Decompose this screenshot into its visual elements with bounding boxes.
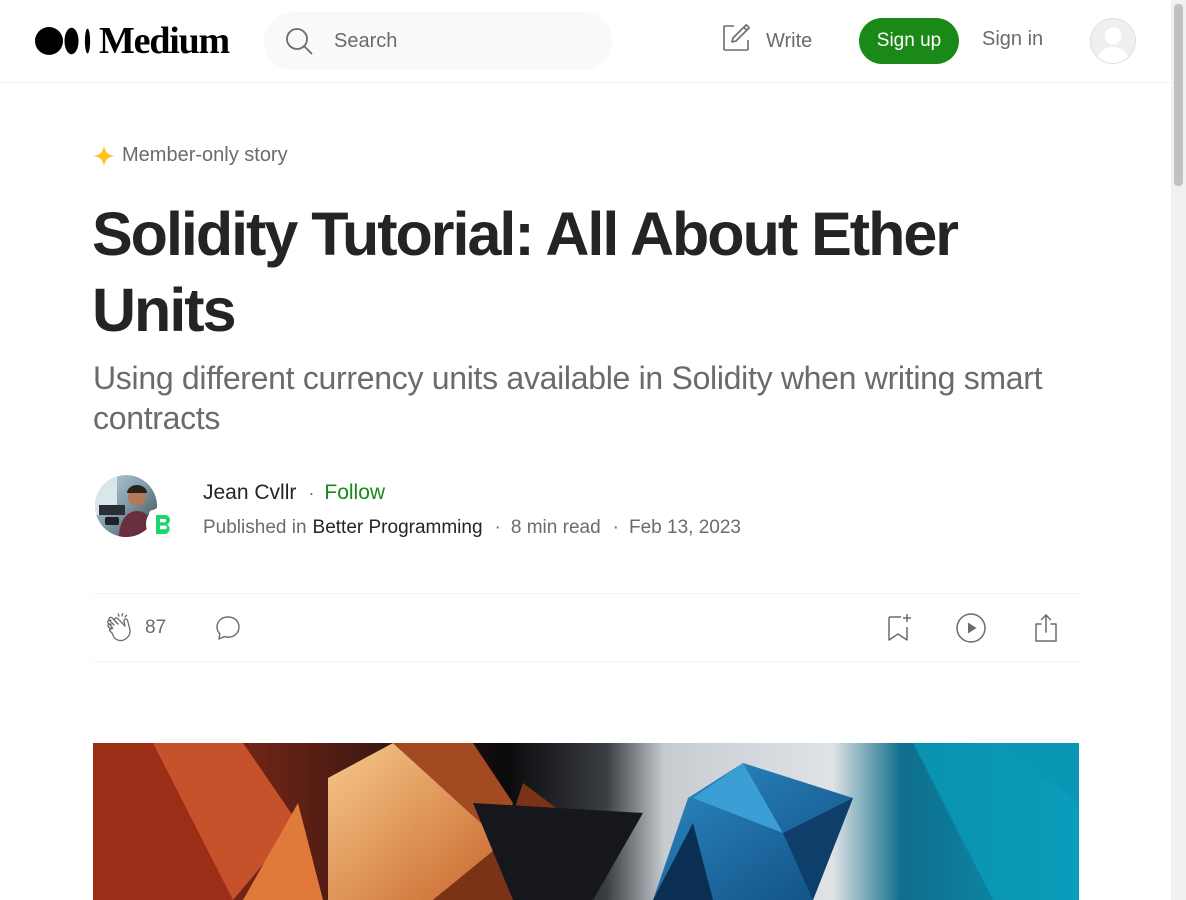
write-label: Write [766,29,813,52]
clap-button[interactable]: 87 [105,594,166,661]
dot-separator: · [494,517,501,538]
published-in-label: Published in [203,517,307,538]
search-icon [284,26,314,56]
listen-button[interactable] [955,594,987,661]
play-icon [955,612,987,644]
page-scrollbar[interactable] [1171,0,1186,900]
scrollbar-thumb[interactable] [1174,4,1183,186]
follow-button[interactable]: Follow [324,481,385,505]
share-icon [1032,613,1060,643]
author-name[interactable]: Jean Cvllr [203,481,296,505]
author-line: Jean Cvllr · Follow [203,481,385,505]
dot-separator: · [308,482,315,503]
sign-up-button[interactable]: Sign up [859,18,959,64]
write-icon [720,22,752,60]
member-only-label: Member-only story [122,144,288,166]
medium-logo-icon [35,27,91,55]
sign-in-link[interactable]: Sign in [982,28,1043,51]
star-icon [93,144,115,167]
search-bar[interactable] [264,12,612,70]
comment-icon [214,614,242,642]
article-subtitle: Using different currency units available… [93,360,1043,436]
logo-wordmark: Medium [99,20,230,62]
publication-logo-icon [149,510,177,538]
article-hero-image [93,743,1079,900]
search-input[interactable] [332,28,576,54]
article-title: Solidity Tutorial: All About Ether Units [92,200,959,344]
publication-logo[interactable] [146,507,180,541]
publish-date: Feb 13, 2023 [628,517,741,538]
clap-count: 87 [145,616,167,638]
dot-separator: · [612,517,619,538]
publication-line: Published in Better Programming · 8 min … [203,517,741,539]
comment-button[interactable] [214,594,242,661]
user-avatar-icon[interactable] [1090,18,1136,64]
read-time: 8 min read [510,517,601,538]
article-action-bar: 87 [93,593,1079,662]
medium-logo[interactable]: Medium [35,20,230,62]
publication-link[interactable]: Better Programming [313,517,483,539]
top-navbar: Medium Write Sign up Sign in [0,0,1171,83]
member-only-badge: Member-only story [93,144,288,167]
clap-icon [105,612,137,644]
bookmark-icon [885,613,913,643]
write-button[interactable]: Write [720,23,812,59]
bookmark-button[interactable] [885,594,913,661]
share-button[interactable] [1032,594,1060,661]
